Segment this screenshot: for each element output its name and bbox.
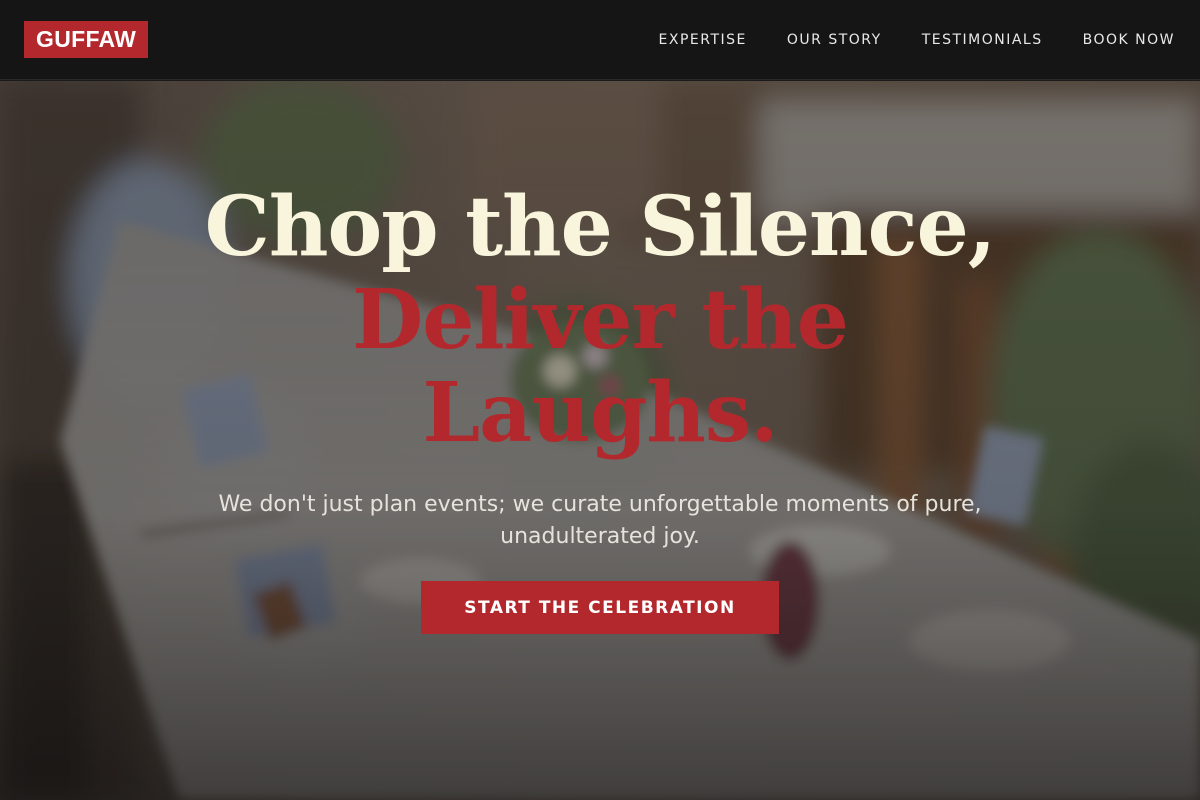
nav-link-testimonials[interactable]: TESTIMONIALS xyxy=(922,32,1043,48)
hero-subtitle: We don't just plan events; we curate unf… xyxy=(218,492,982,549)
nav-link-expertise[interactable]: EXPERTISE xyxy=(659,32,747,48)
main-nav: EXPERTISE OUR STORY TESTIMONIALS BOOK NO… xyxy=(659,32,1175,48)
brand-logo[interactable]: GUFFAW xyxy=(24,21,149,58)
nav-link-book-now[interactable]: BOOK NOW xyxy=(1083,32,1175,48)
site-header: GUFFAW EXPERTISE OUR STORY TESTIMONIALS … xyxy=(0,0,1200,80)
hero-content: Chop the Silence, Deliver the Laughs. We… xyxy=(0,81,1200,800)
page: GUFFAW EXPERTISE OUR STORY TESTIMONIALS … xyxy=(0,0,1200,800)
hero-headline-line1: Chop the Silence, xyxy=(204,179,997,275)
start-celebration-button[interactable]: START THE CELEBRATION xyxy=(421,581,779,634)
hero-headline-line2: Deliver the Laughs. xyxy=(352,272,849,461)
hero-headline: Chop the Silence, Deliver the Laughs. xyxy=(0,181,1200,460)
nav-link-our-story[interactable]: OUR STORY xyxy=(787,32,882,48)
